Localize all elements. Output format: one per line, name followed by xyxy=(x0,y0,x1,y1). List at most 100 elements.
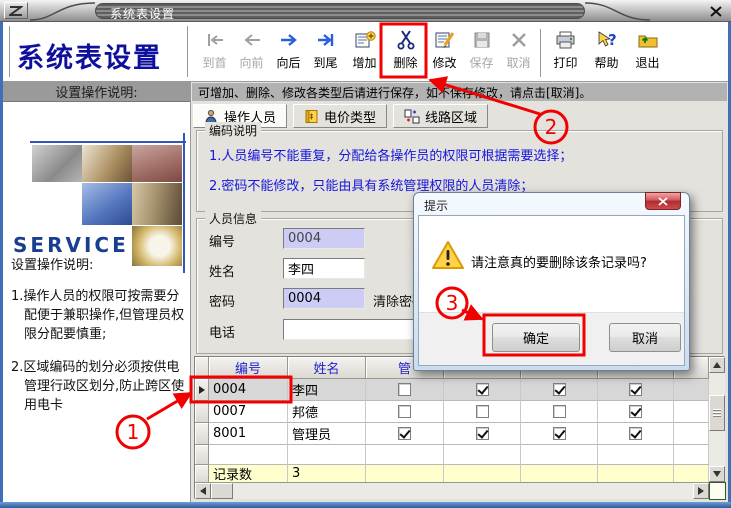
row-selector[interactable] xyxy=(195,423,209,445)
name-label: 姓名 xyxy=(209,261,235,280)
record-count-value: 3 xyxy=(288,465,366,483)
vertical-scroll-thumb[interactable] xyxy=(709,395,725,431)
photo-tool xyxy=(32,145,82,182)
toolbar-last-button[interactable]: 到尾 xyxy=(307,25,344,81)
checkbox[interactable] xyxy=(629,427,642,440)
table-footer-row: 记录数 3 xyxy=(195,465,709,483)
table-row[interactable]: 0007 邦德 xyxy=(195,401,709,423)
row-selector[interactable] xyxy=(195,401,209,423)
toolbar-prev-button[interactable]: 向前 xyxy=(233,25,270,81)
toolbar-next-button[interactable]: 向后 xyxy=(270,25,307,81)
scissors-icon xyxy=(396,28,416,52)
checkbox[interactable] xyxy=(553,405,566,418)
edit-icon xyxy=(434,28,456,52)
scroll-right-icon xyxy=(698,487,704,495)
checkbox[interactable] xyxy=(629,383,642,396)
window-border xyxy=(0,502,731,508)
collage-line xyxy=(30,141,186,143)
divider xyxy=(9,26,11,77)
dialog-title: 提示 xyxy=(424,197,448,214)
toolbar-save-button[interactable]: 保存 xyxy=(463,25,500,81)
scroll-left-button[interactable] xyxy=(195,483,211,499)
warning-icon xyxy=(431,240,465,270)
arrow-left-icon xyxy=(241,28,263,52)
table-row[interactable]: 0004 李四 xyxy=(195,379,709,401)
cancel-x-icon xyxy=(510,28,528,52)
step-first-icon xyxy=(204,28,226,52)
operator-table: 编号 姓名 管 0004 李四 0007 邦德 xyxy=(194,356,725,499)
dialog-message: 请注意真的要删除该条记录吗? xyxy=(471,252,647,271)
confirm-dialog: 提示 请注意真的要删除该条记录吗? 确定 取消 xyxy=(413,192,690,371)
page-title: 系统表设置 xyxy=(17,36,162,75)
horizontal-scrollbar[interactable] xyxy=(195,482,709,499)
table-row[interactable]: 8001 管理员 xyxy=(195,423,709,445)
thumb-ridges xyxy=(713,409,721,417)
selector-header xyxy=(195,357,209,379)
scroll-down-button[interactable] xyxy=(709,466,725,482)
add-record-icon xyxy=(354,28,376,52)
col-header-name[interactable]: 姓名 xyxy=(288,357,366,379)
sidebar: 设置操作说明: SERVICE 设置操作说明: 1.操作人员的权限可按需要分配便… xyxy=(3,82,191,502)
row-selector[interactable] xyxy=(195,379,209,401)
coding-note-line: 1.人员编号不能重复，分配给各操作员的权限可根据需要选择； xyxy=(209,145,572,164)
collage-line xyxy=(183,133,185,273)
current-row-icon xyxy=(199,386,205,394)
scroll-left-icon xyxy=(200,487,206,495)
code-field[interactable] xyxy=(283,228,365,249)
close-icon xyxy=(658,197,668,206)
svg-text:?: ? xyxy=(608,31,617,49)
help-icon: ? xyxy=(596,28,618,52)
ok-button[interactable]: 确定 xyxy=(492,323,580,352)
close-icon xyxy=(710,6,722,17)
sidebar-header: 设置操作说明: xyxy=(3,82,190,102)
checkbox[interactable] xyxy=(398,405,411,418)
app-header: 系统表设置 到首 向前 向后 到尾 xyxy=(3,22,728,82)
instructions-title: 设置操作说明: xyxy=(11,254,185,273)
scroll-up-icon xyxy=(713,362,721,368)
window-close-button[interactable] xyxy=(707,3,725,19)
toolbar-delete-button[interactable]: 删除 xyxy=(385,25,426,81)
toolbar-print-button[interactable]: 打印 xyxy=(545,25,586,81)
dialog-close-button[interactable] xyxy=(645,192,681,210)
region-pages-icon xyxy=(404,109,420,124)
printer-icon xyxy=(555,28,577,52)
col-header-code[interactable]: 编号 xyxy=(209,357,288,379)
vertical-scrollbar[interactable] xyxy=(709,357,725,482)
checkbox[interactable] xyxy=(476,427,489,440)
window-border xyxy=(0,22,3,508)
toolbar-cancel-button[interactable]: 取消 xyxy=(500,25,537,81)
photo-keyboard xyxy=(82,183,132,225)
scroll-up-button[interactable] xyxy=(709,357,725,373)
checkbox[interactable] xyxy=(629,405,642,418)
checkbox[interactable] xyxy=(553,427,566,440)
toolbar-help-button[interactable]: ? 帮助 xyxy=(586,25,627,81)
checkbox[interactable] xyxy=(398,383,411,396)
toolbar: 到首 向前 向后 到尾 增加 xyxy=(196,25,668,81)
toolbar-modify-button[interactable]: 修改 xyxy=(426,25,463,81)
checkbox[interactable] xyxy=(553,383,566,396)
toolbar-add-button[interactable]: 增加 xyxy=(344,25,385,81)
save-disk-icon xyxy=(473,28,491,52)
person-info-title: 人员信息 xyxy=(205,210,261,227)
sidebar-instructions: 设置操作说明: 1.操作人员的权限可按需要分配便于兼职操作,但管理员权限分配要慎… xyxy=(11,254,185,429)
checkbox[interactable] xyxy=(476,405,489,418)
instruction-item: 1.操作人员的权限可按需要分配便于兼职操作,但管理员权限分配要慎重; xyxy=(11,287,185,344)
exit-folder-icon xyxy=(637,28,659,52)
price-book-icon xyxy=(304,109,319,124)
password-field[interactable] xyxy=(283,288,365,309)
toolbar-first-button[interactable]: 到首 xyxy=(196,25,233,81)
checkbox[interactable] xyxy=(398,427,411,440)
checkbox[interactable] xyxy=(476,383,489,396)
step-last-icon xyxy=(315,28,337,52)
table-empty-row xyxy=(195,445,709,465)
cancel-button[interactable]: 取消 xyxy=(609,323,681,352)
toolbar-exit-button[interactable]: 退出 xyxy=(627,25,668,81)
horizontal-scroll-thumb[interactable] xyxy=(211,483,233,499)
tab-price-type[interactable]: 电价类型 xyxy=(293,104,387,128)
photo-fabric xyxy=(132,183,182,225)
name-field[interactable] xyxy=(283,258,365,279)
scroll-down-icon xyxy=(713,471,721,477)
scroll-right-button[interactable] xyxy=(693,483,709,499)
tab-line-region[interactable]: 线路区域 xyxy=(393,104,488,128)
toolbar-separator xyxy=(537,25,545,81)
